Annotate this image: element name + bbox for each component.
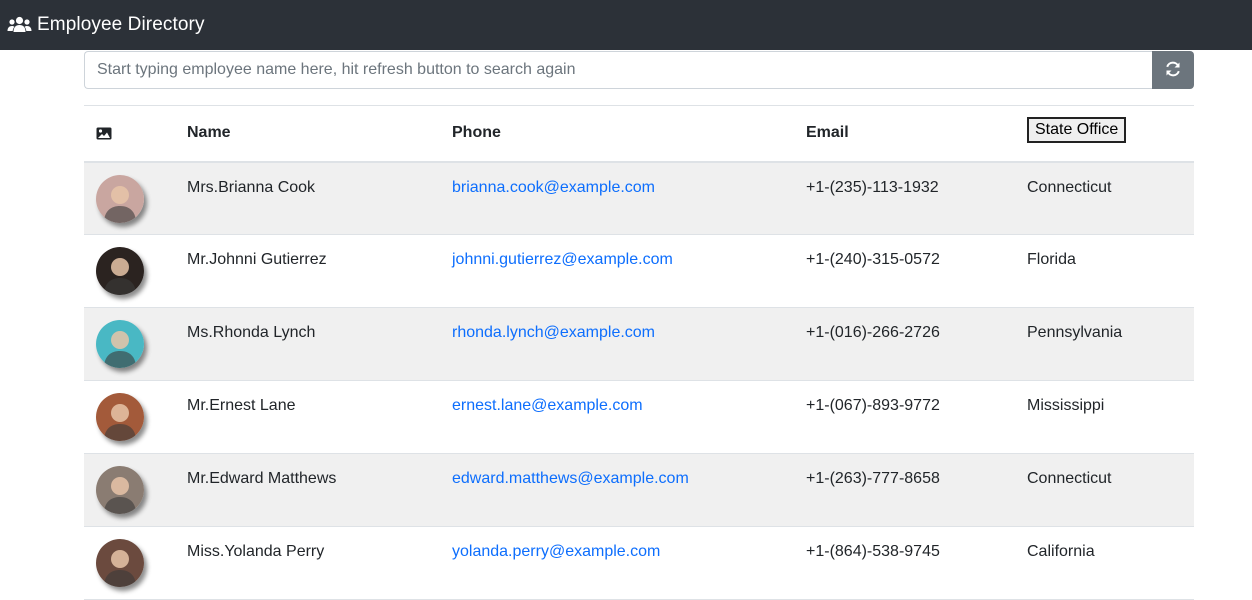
table-row: Ms.Rhonda Lynch rhonda.lynch@example.com…	[84, 307, 1194, 381]
image-icon	[96, 127, 163, 140]
employee-email-link[interactable]: brianna.cook@example.com	[452, 179, 655, 196]
employee-phone: +1-(067)-893-9772	[806, 397, 940, 414]
refresh-icon	[1164, 60, 1182, 81]
avatar	[96, 539, 144, 587]
search-input[interactable]	[84, 51, 1152, 89]
employee-email-cell: brianna.cook@example.com	[440, 162, 794, 235]
employee-email-cell: yolanda.perry@example.com	[440, 527, 794, 600]
state-office-sort-button[interactable]: State Office	[1027, 117, 1127, 144]
employee-name: Mr.Ernest Lane	[187, 397, 296, 414]
table-row: Mr.Ernest Lane ernest.lane@example.com +…	[84, 381, 1194, 454]
employee-table-container: Name Phone Email State Office Mrs.Briann…	[84, 105, 1194, 600]
header-image	[84, 106, 175, 162]
employee-name: Mrs.Brianna Cook	[187, 178, 316, 196]
employee-state: Connecticut	[1027, 178, 1112, 196]
employee-email-cell: johnni.gutierrez@example.com	[440, 235, 794, 308]
avatar-cell	[84, 454, 175, 527]
avatar-cell	[84, 381, 175, 454]
employee-name: Mr.Johnni Gutierrez	[187, 251, 327, 268]
avatar	[96, 393, 144, 441]
employee-state: Florida	[1027, 251, 1076, 268]
employee-state: California	[1027, 543, 1095, 560]
employee-email-cell: rhonda.lynch@example.com	[440, 308, 794, 381]
navbar: Employee Directory	[0, 0, 1252, 50]
employee-email-link[interactable]: rhonda.lynch@example.com	[452, 324, 655, 341]
avatar	[96, 320, 144, 368]
search-bar	[84, 51, 1194, 89]
employee-email-cell: ernest.lane@example.com	[440, 381, 794, 454]
employee-phone: +1-(240)-315-0572	[806, 251, 940, 268]
employee-phone: +1-(016)-266-2726	[806, 324, 940, 341]
header-email[interactable]: Email	[794, 106, 1015, 162]
employee-table: Name Phone Email State Office Mrs.Briann…	[84, 105, 1194, 600]
avatar-cell	[84, 235, 175, 308]
employee-state: Connecticut	[1027, 470, 1112, 487]
header-name[interactable]: Name	[175, 106, 440, 162]
employee-phone: +1-(235)-113-1932	[806, 178, 939, 196]
table-header: Name Phone Email State Office	[84, 105, 1194, 162]
avatar	[96, 174, 144, 223]
brand[interactable]: Employee Directory	[7, 14, 205, 36]
employee-phone: +1-(263)-777-8658	[806, 470, 940, 487]
employee-name: Ms.Rhonda Lynch	[187, 324, 316, 341]
employee-phone: +1-(864)-538-9745	[806, 543, 940, 560]
table-row: Mr.Johnni Gutierrez johnni.gutierrez@exa…	[84, 235, 1194, 308]
header-state: State Office	[1015, 106, 1194, 162]
employee-email-link[interactable]: edward.matthews@example.com	[452, 470, 689, 487]
employee-email-link[interactable]: yolanda.perry@example.com	[452, 543, 660, 560]
table-row: Mr.Edward Matthews edward.matthews@examp…	[84, 453, 1194, 527]
table-row: Mrs.Brianna Cook brianna.cook@example.co…	[84, 161, 1194, 235]
employee-email-link[interactable]: ernest.lane@example.com	[452, 397, 643, 414]
avatar-cell	[84, 308, 175, 381]
refresh-button[interactable]	[1152, 51, 1194, 89]
employee-email-link[interactable]: johnni.gutierrez@example.com	[452, 251, 673, 268]
employee-name: Mr.Edward Matthews	[187, 470, 337, 487]
table-body: Mrs.Brianna Cook brianna.cook@example.co…	[84, 161, 1194, 600]
employee-email-cell: edward.matthews@example.com	[440, 454, 794, 527]
employee-state: Mississippi	[1027, 397, 1105, 414]
avatar-cell	[84, 527, 175, 600]
app-title: Employee Directory	[37, 14, 205, 35]
header-phone[interactable]: Phone	[440, 106, 794, 162]
avatar	[96, 466, 144, 514]
avatar-cell	[84, 162, 175, 235]
table-row: Miss.Yolanda Perry yolanda.perry@example…	[84, 527, 1194, 600]
avatar	[96, 247, 144, 295]
users-icon	[7, 16, 32, 34]
employee-state: Pennsylvania	[1027, 324, 1123, 341]
employee-name: Miss.Yolanda Perry	[187, 543, 325, 560]
